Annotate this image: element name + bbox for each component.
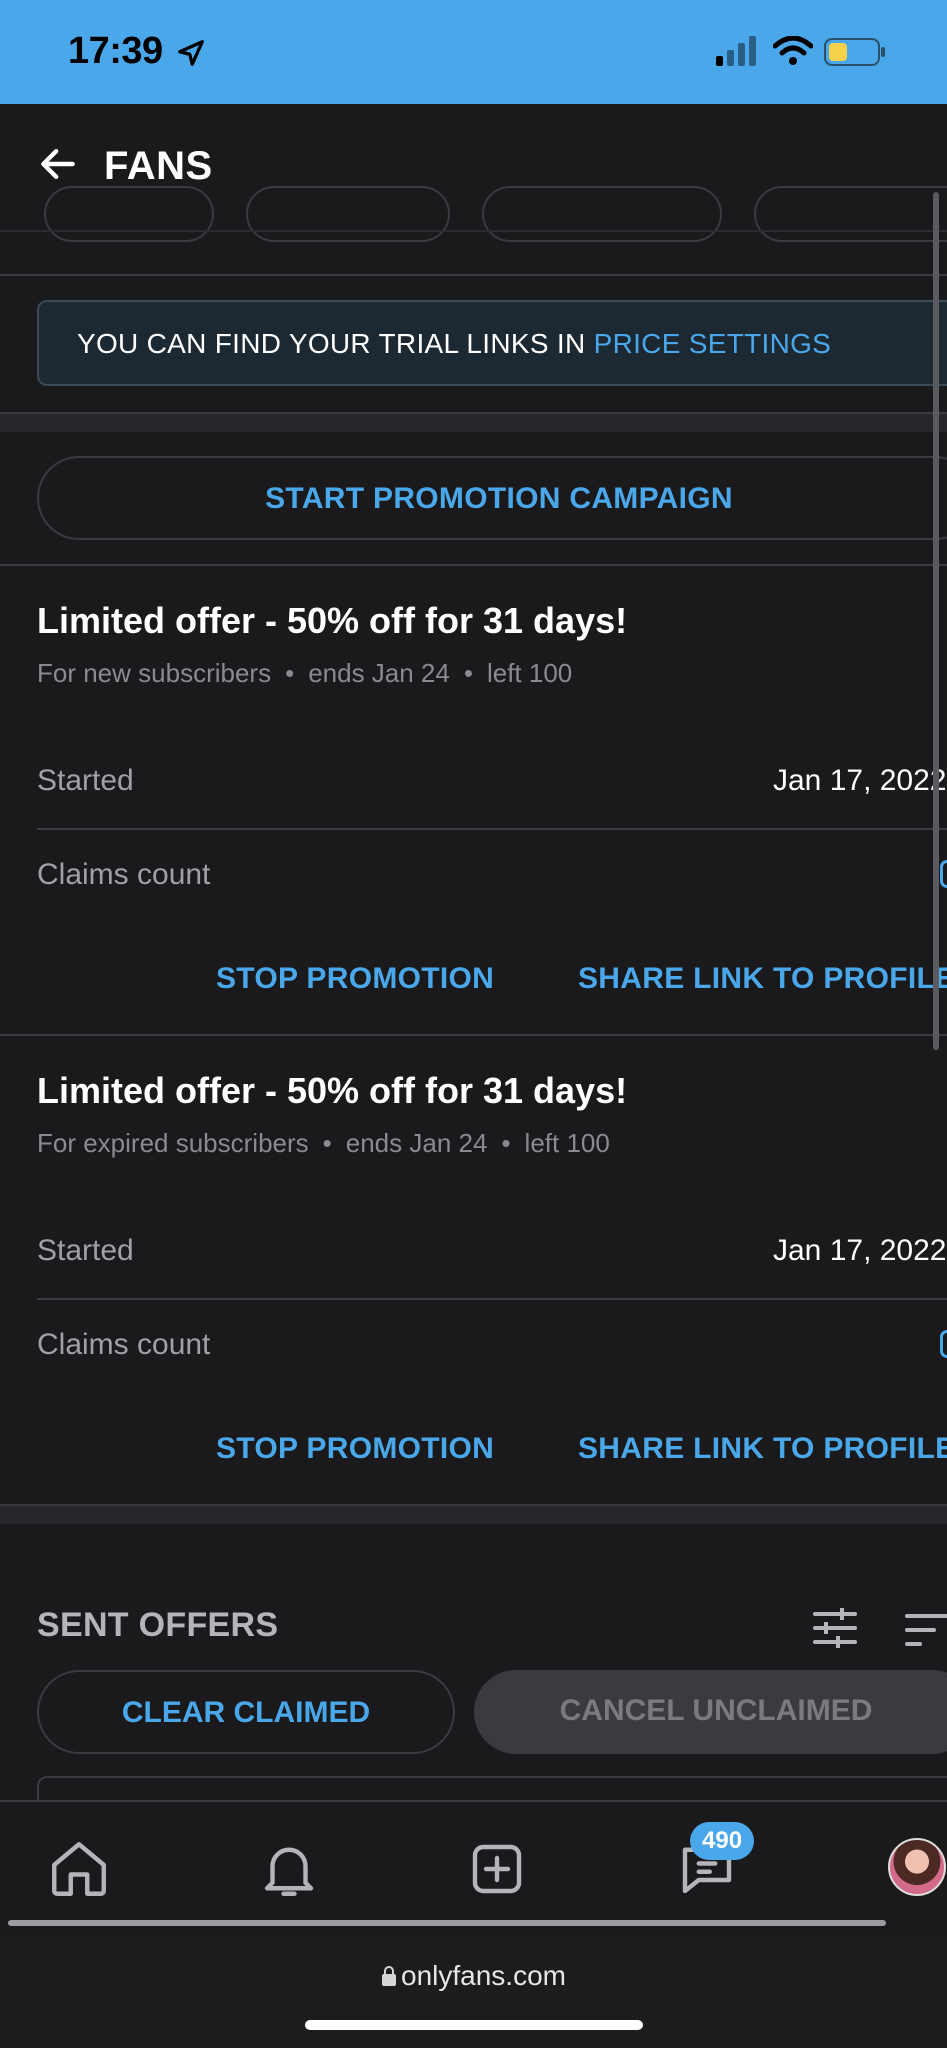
clear-claimed-label: CLEAR CLAIMED [121, 1696, 371, 1729]
section-divider [0, 1504, 947, 1524]
add-post-icon[interactable] [464, 1836, 530, 1902]
status-time: 17:39 [68, 30, 163, 72]
divider [0, 564, 947, 566]
battery-icon [824, 38, 885, 66]
back-arrow-icon[interactable] [36, 142, 80, 186]
offer-title: Limited offer - 50% off for 31 days! [37, 1070, 628, 1111]
filter-pill[interactable] [44, 186, 214, 242]
banner-text: YOU CAN FIND YOUR TRIAL LINKS IN PRICE S… [77, 328, 832, 359]
cancel-unclaimed-label: CANCEL UNCLAIMED [559, 1694, 873, 1727]
lock-icon [382, 1966, 397, 1986]
start-promotion-button[interactable]: START PROMOTION CAMPAIGN [37, 456, 947, 540]
started-value: Jan 17, 2022 [773, 1234, 947, 1267]
filter-icon[interactable] [812, 1606, 858, 1650]
trial-links-banner: YOU CAN FIND YOUR TRIAL LINKS IN PRICE S… [37, 300, 947, 386]
wifi-icon [773, 36, 813, 65]
price-settings-link[interactable]: PRICE SETTINGS [594, 328, 832, 359]
sent-offers-title: SENT OFFERS [37, 1606, 279, 1644]
offer-subtitle: For expired subscribers • ends Jan 24 • left… [37, 1128, 610, 1158]
home-icon[interactable] [46, 1836, 112, 1902]
offer-left: left 100 [524, 1128, 610, 1158]
share-link-button[interactable]: SHARE LINK TO PROFILE [578, 1432, 947, 1466]
stop-promotion-button[interactable]: STOP PROMOTION [216, 1432, 494, 1466]
location-arrow-icon [178, 40, 204, 66]
page-title: FANS [104, 144, 213, 188]
offer-left: left 100 [486, 658, 573, 688]
messages-badge: 490 [690, 1822, 755, 1860]
stop-promotion-button[interactable]: STOP PROMOTION [216, 962, 494, 996]
offer-ends: ends Jan 24 [345, 1128, 488, 1158]
filter-pill[interactable] [246, 186, 450, 242]
row-divider [37, 1298, 947, 1300]
url-text: onlyfans.com [401, 1960, 566, 1991]
divider [0, 1034, 947, 1036]
url-display[interactable]: onlyfans.com [0, 1960, 947, 1992]
section-divider [0, 412, 947, 432]
divider [0, 274, 947, 276]
divider [0, 230, 947, 232]
browser-url-bar[interactable] [0, 1936, 947, 2048]
cancel-unclaimed-button[interactable]: CANCEL UNCLAIMED [474, 1670, 947, 1754]
start-promotion-label: START PROMOTION CAMPAIGN [265, 482, 733, 515]
claims-count-label: Claims count [37, 1328, 211, 1361]
share-link-button[interactable]: SHARE LINK TO PROFILE [578, 962, 947, 996]
started-value: Jan 17, 2022 [773, 764, 947, 797]
avatar[interactable] [888, 1838, 946, 1896]
offer-ends: ends Jan 24 [308, 658, 450, 688]
filter-pill[interactable] [754, 186, 947, 242]
scrollbar[interactable] [933, 192, 939, 1050]
sort-icon[interactable] [904, 1610, 947, 1650]
claims-count-value [940, 860, 947, 888]
home-indicator [305, 2020, 643, 2030]
started-label: Started [37, 1234, 134, 1267]
claims-count-value [940, 1330, 947, 1358]
bell-icon[interactable] [256, 1836, 322, 1902]
offer-title: Limited offer - 50% off for 31 days! [37, 600, 628, 641]
offer-subtitle: For new subscribers • ends Jan 24 • left 100 [37, 658, 573, 688]
row-divider [37, 828, 947, 830]
clear-claimed-button[interactable]: CLEAR CLAIMED [37, 1670, 455, 1754]
scroll-indicator [8, 1920, 886, 1926]
filter-pill[interactable] [482, 186, 722, 242]
offer-audience: For new subscribers [37, 658, 272, 688]
offer-audience: For expired subscribers [37, 1128, 309, 1158]
claims-count-label: Claims count [37, 858, 211, 891]
signal-icon [716, 36, 756, 66]
started-label: Started [37, 764, 134, 797]
